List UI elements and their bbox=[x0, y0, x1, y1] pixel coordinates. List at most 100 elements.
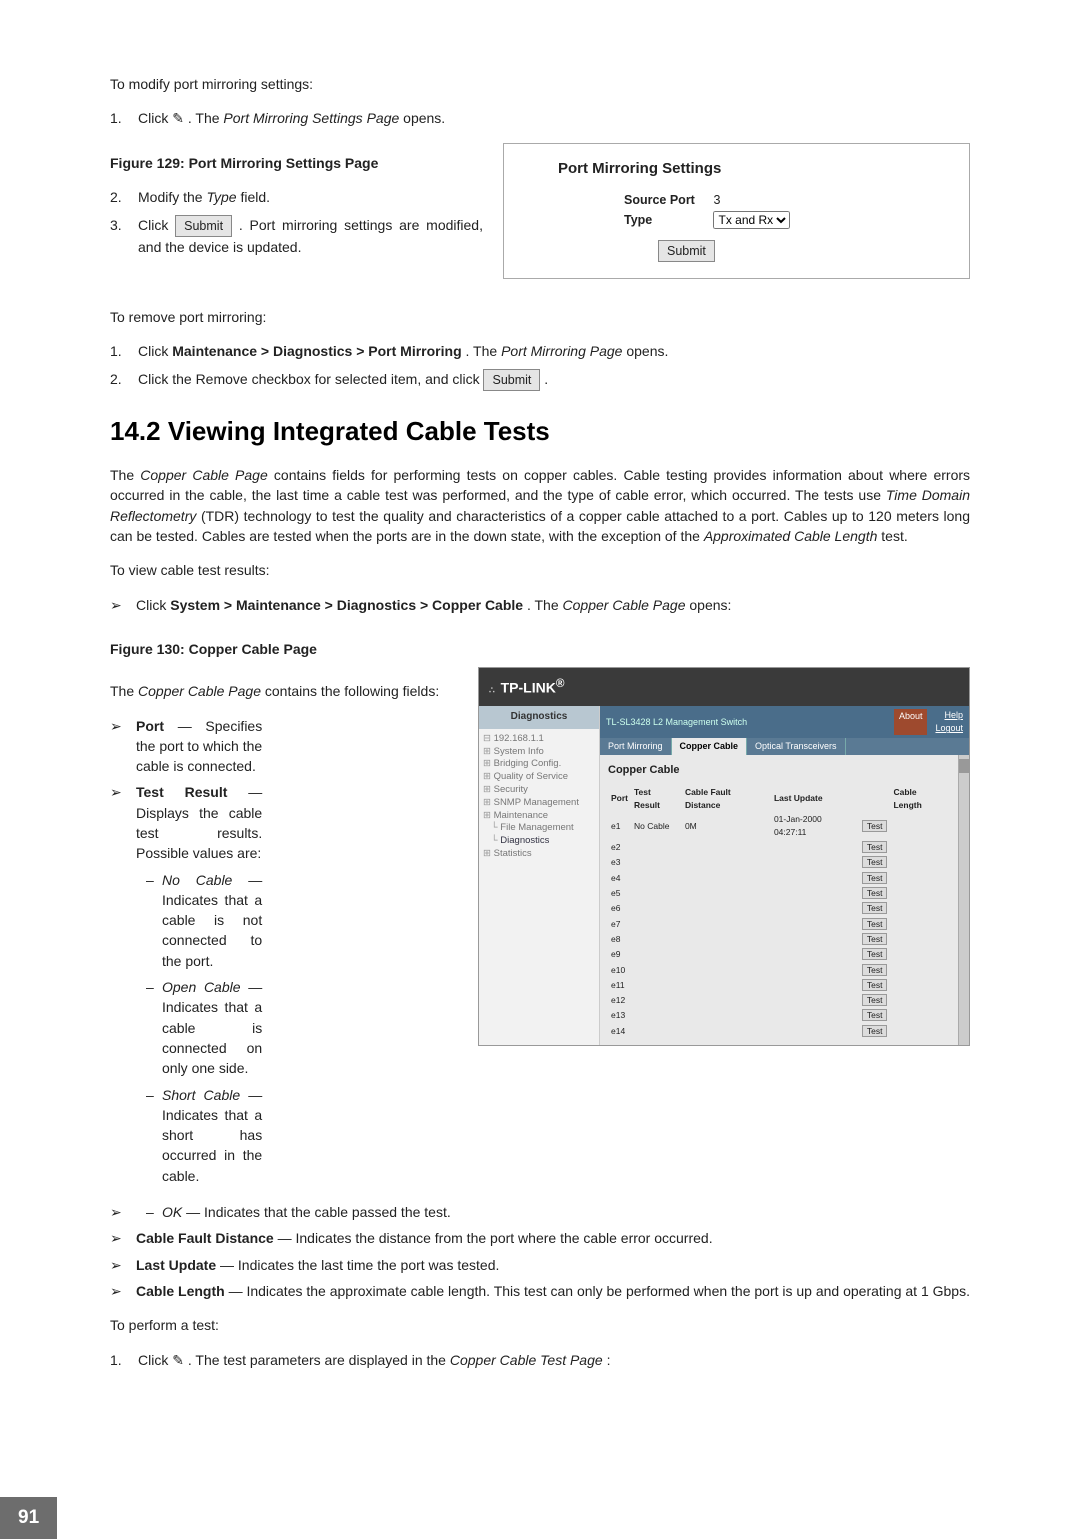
tree-item[interactable]: ⊞ Statistics bbox=[483, 848, 595, 861]
brand-text: TP-LINK bbox=[501, 680, 556, 696]
tree-item[interactable]: └ File Management bbox=[483, 822, 595, 835]
about-link[interactable]: About bbox=[894, 709, 928, 735]
tree-item[interactable]: ⊞ System Info bbox=[483, 746, 595, 759]
txt: Click bbox=[138, 217, 175, 233]
pm-title: Port Mirroring Settings bbox=[504, 144, 969, 190]
field-port: Port — Specifies the port to which the c… bbox=[110, 716, 262, 777]
t: — Indicates the last time the port was t… bbox=[220, 1257, 499, 1273]
remove-steps: Click Maintenance > Diagnostics > Port M… bbox=[110, 341, 970, 391]
tab-port-mirroring[interactable]: Port Mirroring bbox=[600, 738, 672, 755]
t: Last Update bbox=[136, 1257, 216, 1273]
field-lu: Last Update — Indicates the last time th… bbox=[110, 1255, 970, 1275]
test-button[interactable]: Test bbox=[862, 948, 888, 960]
scrollbar[interactable] bbox=[958, 755, 969, 1044]
figure-130-caption: Figure 130: Copper Cable Page bbox=[110, 639, 970, 659]
table-row: e4Test bbox=[608, 870, 950, 885]
para-cable-intro: The Copper Cable Page contains fields fo… bbox=[110, 465, 970, 546]
txt: . The bbox=[188, 110, 224, 126]
table-row: e1No Cable0M01-Jan-2000 04:27:11Test bbox=[608, 812, 950, 840]
txt: Click bbox=[138, 110, 172, 126]
txt: Click the Remove checkbox for selected i… bbox=[138, 371, 483, 387]
tree-item[interactable]: ⊞ SNMP Management bbox=[483, 797, 595, 810]
tree-item[interactable]: ⊞ Maintenance bbox=[483, 810, 595, 823]
remove-intro: To remove port mirroring: bbox=[110, 307, 970, 327]
field-ok: OK — Indicates that the cable passed the… bbox=[136, 1202, 970, 1222]
page-number: 91 bbox=[0, 1497, 57, 1539]
txt: Maintenance > Diagnostics > Port Mirrori… bbox=[172, 343, 461, 359]
col-header: Last Update bbox=[771, 785, 859, 812]
txt: opens. bbox=[403, 110, 445, 126]
col-header: Cable Fault Distance bbox=[682, 785, 771, 812]
ui-sidebar: Diagnostics ⊟ 192.168.1.1⊞ System Info⊞ … bbox=[479, 706, 600, 1044]
field-no-cable: No Cable — Indicates that a cable is not… bbox=[136, 870, 262, 971]
test-button[interactable]: Test bbox=[862, 872, 888, 884]
col-header: Cable Length bbox=[890, 785, 950, 812]
test-button[interactable]: Test bbox=[862, 1025, 888, 1037]
test-button[interactable]: Test bbox=[862, 820, 888, 832]
view-intro: To view cable test results: bbox=[110, 560, 970, 580]
t: Click bbox=[136, 597, 170, 613]
table-row: e2Test bbox=[608, 840, 950, 855]
tab-copper-cable[interactable]: Copper Cable bbox=[672, 738, 748, 755]
t: contains the following fields: bbox=[265, 683, 439, 699]
field-open-cable: Open Cable — Indicates that a cable is c… bbox=[136, 977, 262, 1078]
col-header: Test Result bbox=[631, 785, 682, 812]
txt: . bbox=[544, 371, 548, 387]
test-button[interactable]: Test bbox=[862, 841, 888, 853]
tree-item[interactable]: └ Diagnostics bbox=[483, 835, 595, 848]
col-header bbox=[859, 785, 891, 812]
table-row: e10Test bbox=[608, 962, 950, 977]
dots-icon: ∴ bbox=[489, 685, 495, 695]
field-short-cable: Short Cable — Indicates that a short has… bbox=[136, 1085, 262, 1186]
t: test. bbox=[881, 528, 907, 544]
t: Short Cable bbox=[162, 1087, 240, 1103]
tab-optical-transceivers[interactable]: Optical Transceivers bbox=[747, 738, 846, 755]
test-button[interactable]: Test bbox=[862, 933, 888, 945]
test-button[interactable]: Test bbox=[862, 856, 888, 868]
txt: . The bbox=[466, 343, 502, 359]
test-button[interactable]: Test bbox=[862, 1009, 888, 1021]
t: Cable Length bbox=[136, 1283, 225, 1299]
panel-title: Copper Cable bbox=[608, 763, 950, 779]
test-button[interactable]: Test bbox=[862, 918, 888, 930]
tp-link-brand-bar: ∴ TP-LINK® bbox=[479, 668, 969, 706]
submit-button[interactable]: Submit bbox=[175, 215, 232, 237]
tree-item[interactable]: ⊟ 192.168.1.1 bbox=[483, 733, 595, 746]
modify-intro: To modify port mirroring settings: bbox=[110, 74, 970, 94]
tree-item[interactable]: ⊞ Quality of Service bbox=[483, 771, 595, 784]
table-row: e11Test bbox=[608, 977, 950, 992]
submit-button-2[interactable]: Submit bbox=[483, 369, 540, 391]
ui-tabs: Port Mirroring Copper Cable Optical Tran… bbox=[600, 738, 969, 755]
tree-item[interactable]: ⊞ Security bbox=[483, 784, 595, 797]
table-row: e3Test bbox=[608, 855, 950, 870]
copper-cable-table: PortTest ResultCable Fault DistanceLast … bbox=[608, 785, 950, 1038]
t: Copper Cable Page bbox=[563, 597, 686, 613]
table-row: e9Test bbox=[608, 947, 950, 962]
test-button[interactable]: Test bbox=[862, 964, 888, 976]
test-button[interactable]: Test bbox=[862, 887, 888, 899]
test-button[interactable]: Test bbox=[862, 994, 888, 1006]
page-number-text: 91 bbox=[0, 1497, 57, 1539]
t: : bbox=[607, 1352, 611, 1368]
field-ok-line: OK — Indicates that the cable passed the… bbox=[110, 1202, 970, 1222]
modify-steps-23: Modify the Type field. Click Submit . Po… bbox=[110, 187, 970, 258]
help-link[interactable]: HelpLogout bbox=[935, 709, 963, 735]
copper-cable-ui: ∴ TP-LINK® Diagnostics ⊟ 192.168.1.1⊞ Sy… bbox=[478, 667, 970, 1045]
t: The bbox=[110, 683, 138, 699]
t: — Indicates the distance from the port w… bbox=[278, 1230, 713, 1246]
test-button[interactable]: Test bbox=[862, 979, 888, 991]
txt: Click bbox=[138, 343, 172, 359]
pencil-icon: ✎ bbox=[172, 1350, 184, 1370]
table-row: e13Test bbox=[608, 1008, 950, 1023]
perform-intro: To perform a test: bbox=[110, 1315, 970, 1335]
table-row: e5Test bbox=[608, 885, 950, 900]
txt: opens. bbox=[626, 343, 668, 359]
t: Open Cable bbox=[162, 979, 241, 995]
txt: Type bbox=[206, 189, 236, 205]
t: Cable Fault Distance bbox=[136, 1230, 274, 1246]
t: . The bbox=[527, 597, 563, 613]
field-cfd: Cable Fault Distance — Indicates the dis… bbox=[110, 1228, 970, 1248]
t: The bbox=[110, 467, 140, 483]
test-button[interactable]: Test bbox=[862, 902, 888, 914]
tree-item[interactable]: ⊞ Bridging Config. bbox=[483, 758, 595, 771]
